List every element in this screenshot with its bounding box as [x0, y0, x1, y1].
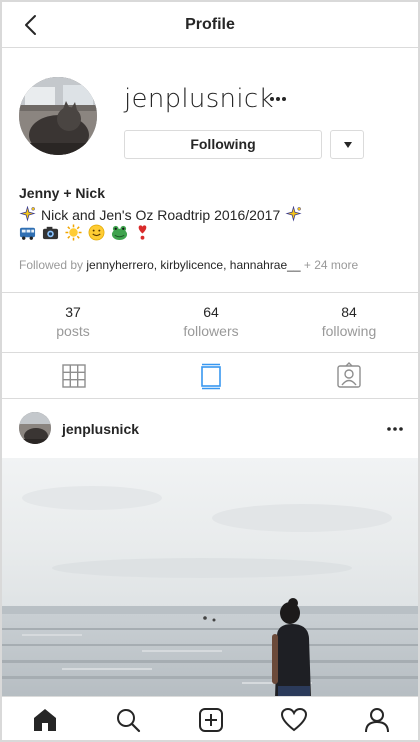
camera-icon: [42, 226, 59, 240]
divider: [2, 292, 418, 293]
sun-icon: [65, 224, 82, 241]
bio-emoji-row: [19, 224, 151, 241]
followed-by-names[interactable]: jennyherrero, kirbylicence, hannahrae__: [86, 258, 300, 272]
stat-label: following: [321, 323, 377, 339]
new-post-icon[interactable]: [197, 706, 225, 734]
post-username[interactable]: jenplusnick: [62, 421, 139, 437]
page-title: Profile: [185, 16, 235, 33]
post-image[interactable]: [2, 458, 418, 698]
following-button[interactable]: Following: [124, 130, 322, 159]
post-more-options-icon[interactable]: [384, 420, 406, 438]
divider: [2, 352, 418, 353]
stat-value: 37: [65, 304, 81, 320]
bottom-navigation: [2, 696, 418, 740]
profile-icon[interactable]: [363, 706, 391, 734]
caret-down-icon: [344, 142, 352, 148]
divider: [2, 398, 418, 399]
tagged-icon[interactable]: [335, 362, 363, 390]
feed-icon[interactable]: [197, 362, 225, 390]
stat-label: followers: [183, 323, 239, 339]
stat-following[interactable]: 84 following: [280, 304, 418, 339]
post-avatar[interactable]: [19, 412, 51, 444]
followed-by-text[interactable]: Followed by jennyherrero, kirbylicence, …: [19, 258, 358, 272]
more-options-icon[interactable]: [268, 89, 288, 109]
bio-text: Nick and Jen's Oz Roadtrip 2016/2017: [41, 206, 281, 223]
bio-text-line: Nick and Jen's Oz Roadtrip 2016/2017: [19, 206, 302, 223]
activity-heart-icon[interactable]: [280, 706, 308, 734]
profile-avatar[interactable]: [19, 77, 97, 155]
followed-by-more[interactable]: + 24 more: [304, 258, 358, 272]
stat-value: 64: [203, 304, 219, 320]
sparkles-icon: [19, 206, 36, 222]
stat-value: 84: [341, 304, 357, 320]
suggestions-dropdown-button[interactable]: [330, 130, 364, 159]
display-name: Jenny + Nick: [19, 185, 105, 201]
bus-icon: [19, 227, 36, 240]
stat-label: posts: [56, 323, 90, 339]
home-icon[interactable]: [31, 706, 59, 734]
sparkles-icon: [285, 206, 302, 222]
top-bar: Profile: [2, 2, 418, 48]
stat-posts[interactable]: 37 posts: [4, 304, 142, 339]
heart-exclamation-icon: [138, 225, 147, 240]
grid-icon[interactable]: [60, 362, 88, 390]
profile-username: jenplusnick: [124, 84, 274, 114]
followed-by-prefix: Followed by: [19, 258, 84, 272]
stat-followers[interactable]: 64 followers: [142, 304, 280, 339]
search-icon[interactable]: [114, 706, 142, 734]
smiley-icon: [88, 224, 105, 241]
app-frame: Profile jenplusnick Following Jenny + Ni…: [0, 0, 420, 742]
frog-icon: [111, 225, 128, 241]
